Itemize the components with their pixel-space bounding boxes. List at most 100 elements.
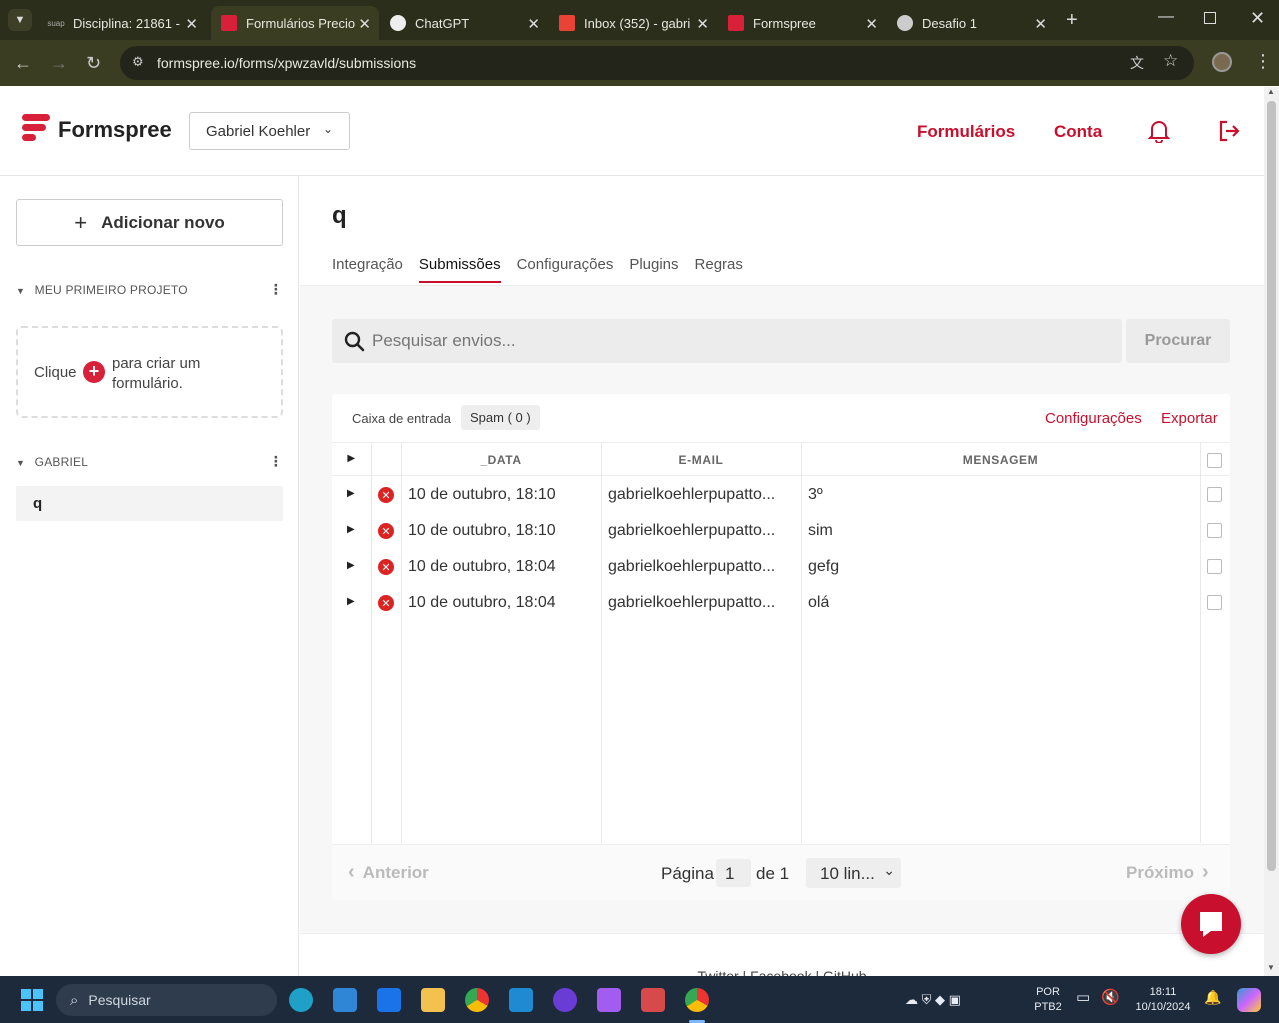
row-checkbox[interactable] [1207,595,1222,610]
language-indicator[interactable]: POR PTB2 [1034,985,1062,1015]
taskbar-search[interactable]: ⌕ Pesquisar [56,984,277,1016]
edge-icon[interactable] [289,988,313,1012]
scrollbar-thumb[interactable] [1267,101,1276,871]
close-tab-icon[interactable]: ✕ [865,15,878,33]
search-button[interactable]: Procurar [1126,319,1230,363]
search-field[interactable] [332,319,1122,363]
inbox-filter[interactable]: Caixa de entrada [352,411,451,426]
search-input[interactable] [372,327,1112,355]
formspree-logo[interactable]: Formspree [22,114,172,146]
nav-account-link[interactable]: Conta [1054,122,1102,142]
browser-tab[interactable]: ChatGPT ✕ [380,6,548,40]
notification-bell-icon[interactable]: 🔔 [1204,990,1221,1005]
file-explorer-icon[interactable] [421,988,445,1012]
url-text[interactable]: formspree.io/forms/xpwzavld/submissions [157,55,416,71]
row-checkbox[interactable] [1207,559,1222,574]
volume-muted-icon[interactable]: 🔇 [1101,990,1120,1005]
plus-circle-icon[interactable]: + [83,361,105,383]
page-number-input[interactable]: 1 [716,859,751,887]
create-form-hint[interactable]: Clique + para criar um formulário. [16,326,283,418]
cell-date: 10 de outubro, 18:04 [408,558,556,575]
close-window-button[interactable]: ✕ [1250,8,1265,29]
close-tab-icon[interactable]: ✕ [1034,15,1047,33]
copilot-icon[interactable] [1237,988,1261,1012]
app-icon[interactable] [553,988,577,1012]
account-selector[interactable]: Gabriel Koehler ⌄ [189,112,350,150]
select-all-checkbox[interactable] [1207,453,1222,468]
address-bar[interactable]: ⚙ formspree.io/forms/xpwzavld/submission… [120,46,1194,80]
reload-icon[interactable]: ↻ [86,53,101,73]
bookmark-star-icon[interactable]: ☆ [1163,51,1178,71]
browser-tab[interactable]: suap Disciplina: 21861 - ✕ [38,6,206,40]
column-header-message[interactable]: MENSAGEM [801,443,1200,476]
tab-rules[interactable]: Regras [695,256,743,283]
project-header-1[interactable]: ▼ MEU PRIMEIRO PROJETO ⋮ [16,281,283,298]
site-info-icon[interactable]: ⚙ [132,54,144,70]
restore-button[interactable] [1204,12,1216,24]
vscode-icon[interactable] [509,988,533,1012]
back-icon[interactable]: ← [14,53,32,73]
project-menu-icon[interactable]: ⋮ [269,281,283,298]
profile-avatar[interactable] [1212,52,1232,72]
clock[interactable]: 18:11 10/10/2024 [1132,985,1194,1015]
footer-links[interactable]: Twitter | Facebook | GitHub [697,968,866,976]
expand-row-icon[interactable]: ▶ [347,488,355,499]
table-row[interactable]: ▶ ✕ 10 de outubro, 18:10 gabrielkoehlerpupa… [332,477,1230,513]
column-header-date[interactable]: _DATA [401,443,601,476]
browser-tab[interactable]: Formspree ✕ [718,6,886,40]
windows-start-icon[interactable] [21,989,43,1011]
chrome-icon[interactable] [465,988,489,1012]
network-icon[interactable]: ▭ [1076,990,1090,1005]
close-tab-icon[interactable]: ✕ [185,15,198,33]
tab-search-button[interactable]: ▼ [8,9,32,31]
app-icon[interactable] [641,988,665,1012]
tab-submissions[interactable]: Submissões [418,256,501,283]
expand-row-icon[interactable]: ▶ [347,596,355,607]
expand-row-icon[interactable]: ▶ [347,560,355,571]
scroll-up-icon[interactable]: ▲ [1267,87,1275,96]
translate-icon[interactable]: 文 [1130,53,1144,73]
close-tab-icon[interactable]: ✕ [696,15,709,33]
expand-row-icon[interactable]: ▶ [347,524,355,535]
forward-icon[interactable]: → [50,53,68,73]
browser-tab[interactable]: Desafio 1 ✕ [887,6,1055,40]
browser-tab[interactable]: Inbox (352) - gabri ✕ [549,6,717,40]
column-header-email[interactable]: E-MAIL [601,443,801,476]
new-tab-button[interactable]: + [1066,9,1078,32]
bell-icon[interactable] [1148,119,1170,143]
sidebar-item-form-q[interactable]: q [16,486,283,521]
row-checkbox[interactable] [1207,487,1222,502]
export-link[interactable]: Exportar [1161,410,1218,427]
table-row[interactable]: ▶ ✕ 10 de outubro, 18:10 gabrielkoehlerpupa… [332,513,1230,549]
tab-integration[interactable]: Integração [332,256,403,283]
scroll-down-icon[interactable]: ▼ [1267,963,1275,972]
project-header-2[interactable]: ▼ GABRIEL ⋮ [16,453,283,470]
table-row[interactable]: ▶ ✕ 10 de outubro, 18:04 gabrielkoehlerpupa… [332,549,1230,585]
spam-filter[interactable]: Spam ( 0 ) [461,405,540,430]
rows-per-page-select[interactable]: 10 lin... ⌄ [806,858,901,888]
settings-link[interactable]: Configurações [1045,410,1142,427]
store-icon[interactable] [333,988,357,1012]
minimize-button[interactable]: — [1158,8,1174,26]
page-scrollbar[interactable]: ▲ ▼ [1264,87,1279,976]
previous-page-button[interactable]: ‹ Anterior [348,861,429,884]
logout-icon[interactable] [1217,119,1241,143]
add-new-button[interactable]: + Adicionar novo [16,199,283,246]
tab-plugins[interactable]: Plugins [629,256,678,283]
mail-icon[interactable] [377,988,401,1012]
tab-settings[interactable]: Configurações [517,256,614,283]
chat-widget-button[interactable] [1181,894,1241,954]
chrome-profile-icon[interactable] [685,988,709,1012]
browser-tab[interactable]: Formulários Precio ✕ [211,6,379,40]
row-checkbox[interactable] [1207,523,1222,538]
app-icon[interactable] [597,988,621,1012]
close-tab-icon[interactable]: ✕ [527,15,540,33]
menu-kebab-icon[interactable]: ⋮ [1254,51,1272,72]
project-menu-icon[interactable]: ⋮ [269,453,283,470]
nav-forms-link[interactable]: Formulários [917,122,1015,142]
tray-icons[interactable]: ☁ ⛨ ◆ ▣ [905,992,961,1007]
expand-all-header[interactable]: ▶ [332,443,371,476]
table-row[interactable]: ▶ ✕ 10 de outubro, 18:04 gabrielkoehlerpupa… [332,585,1230,621]
next-page-button[interactable]: Próximo › [1126,861,1209,884]
close-tab-icon[interactable]: ✕ [358,15,371,33]
